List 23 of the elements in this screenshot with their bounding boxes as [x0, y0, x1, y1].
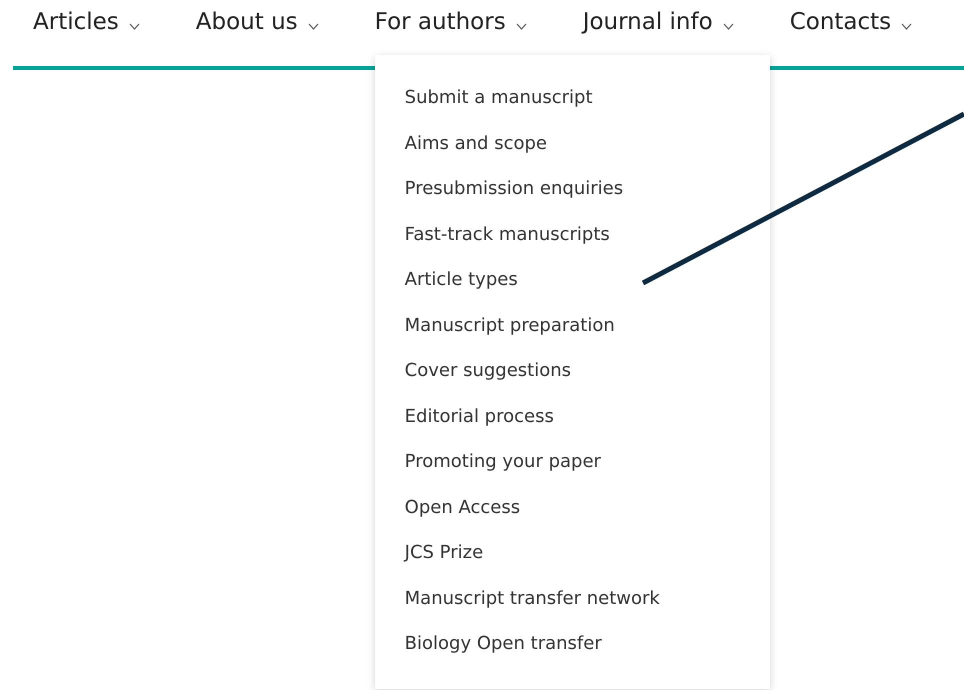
nav-link[interactable]: For authors — [374, 4, 527, 40]
nav-link[interactable]: Articles — [33, 4, 140, 40]
menu-item[interactable]: Submit a manuscript — [404, 75, 593, 120]
menu-item[interactable]: Cover suggestions — [404, 348, 572, 394]
menu-item[interactable]: Manuscript preparation — [404, 302, 615, 348]
menu-item[interactable]: Fast-track manuscripts — [404, 212, 610, 257]
menu-item[interactable]: Manuscript transfer network — [404, 576, 660, 621]
menu-item[interactable]: Presubmission enquiries — [404, 166, 624, 212]
menu-item[interactable]: Article types — [404, 257, 518, 302]
menu-item[interactable]: Biology Open transfer — [404, 621, 602, 666]
menu-item[interactable]: JCS Prize — [404, 530, 484, 576]
chevron-down-icon — [308, 22, 319, 30]
chevron-down-icon — [516, 22, 527, 30]
chevron-down-icon — [722, 22, 734, 30]
menu-item[interactable]: Open Access — [404, 484, 520, 530]
chevron-down-icon — [128, 22, 140, 30]
menu-item[interactable]: Editorial process — [404, 394, 554, 439]
nav-link[interactable]: Contacts — [790, 4, 912, 40]
menu-item[interactable]: Promoting your paper — [404, 439, 601, 484]
nav-link[interactable]: Journal info — [582, 4, 734, 40]
chevron-down-icon — [901, 22, 912, 30]
menu-item[interactable]: Aims and scope — [404, 120, 547, 166]
nav-link[interactable]: About us — [196, 4, 319, 40]
